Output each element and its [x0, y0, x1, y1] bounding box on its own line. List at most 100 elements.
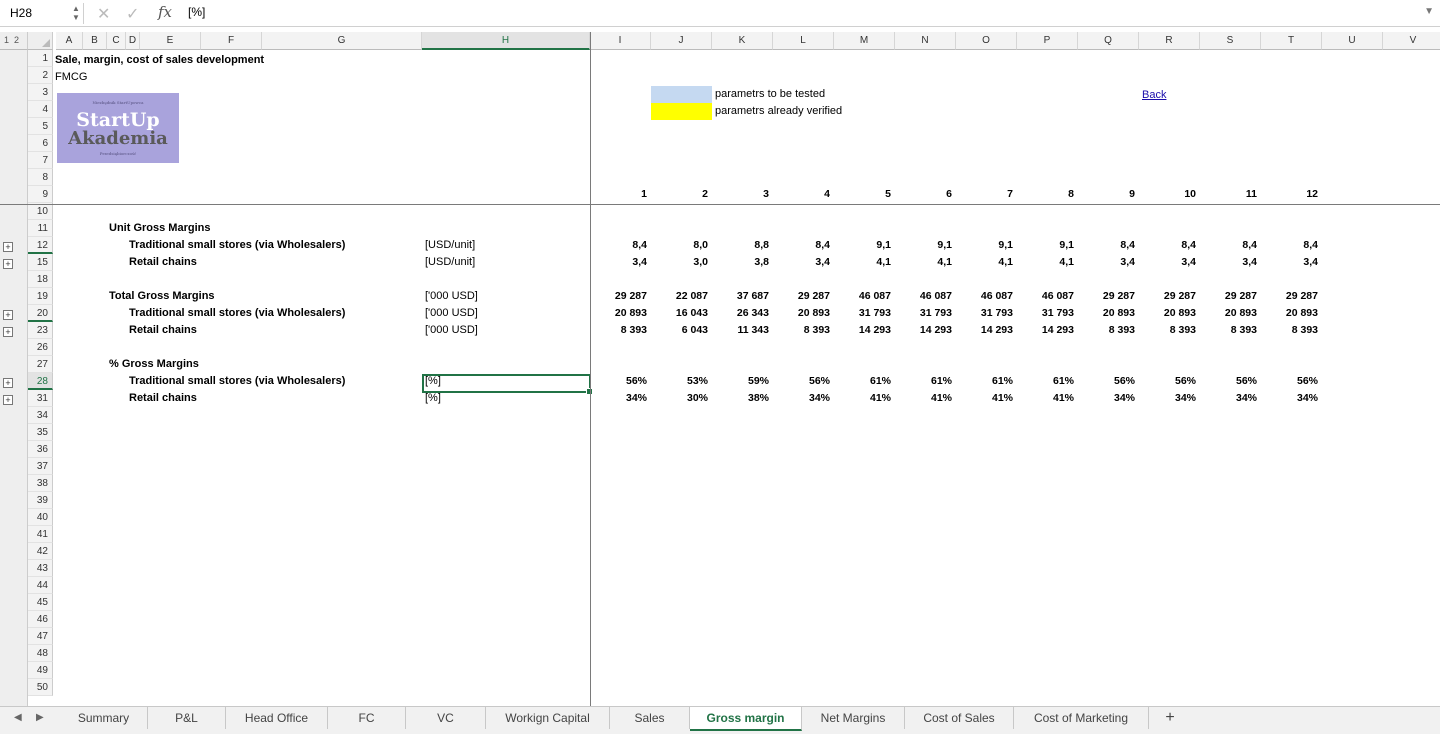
column-header-p[interactable]: P — [1017, 32, 1078, 50]
unit-retail-row-value[interactable]: 4,1 — [1020, 254, 1074, 271]
row-header-5[interactable]: 5 — [28, 118, 53, 135]
total-traditional-row-value[interactable]: 20 893 — [1203, 305, 1257, 322]
unit-retail-row-value[interactable]: 3,4 — [1081, 254, 1135, 271]
total-retail-row-value[interactable]: 14 293 — [837, 322, 891, 339]
function-icon[interactable]: fx — [158, 3, 172, 21]
row-header-46[interactable]: 46 — [28, 611, 53, 628]
percent-gross-margins-title-label[interactable]: % Gross Margins — [109, 356, 199, 373]
column-header-o[interactable]: O — [956, 32, 1017, 50]
expand-group-icon[interactable]: + — [3, 378, 13, 388]
row-header-19[interactable]: 19 — [28, 288, 53, 305]
confirm-icon[interactable]: ✓ — [126, 4, 139, 24]
percent-traditional-row-value[interactable]: 59% — [715, 373, 769, 390]
column-header-t[interactable]: T — [1261, 32, 1322, 50]
unit-traditional-row-value[interactable]: 8,4 — [1264, 237, 1318, 254]
percent-retail-row-value[interactable]: 38% — [715, 390, 769, 407]
unit-retail-row-value[interactable]: 4,1 — [837, 254, 891, 271]
total-traditional-row-value[interactable]: 16 043 — [654, 305, 708, 322]
unit-traditional-row-value[interactable]: 8,4 — [1081, 237, 1135, 254]
add-sheet-button[interactable]: + — [1160, 707, 1180, 729]
row-header-6[interactable]: 6 — [28, 135, 53, 152]
expand-group-icon[interactable]: + — [3, 327, 13, 337]
percent-traditional-row-value[interactable]: 56% — [1081, 373, 1135, 390]
sheet-tab-gross-margin[interactable]: Gross margin — [690, 707, 802, 731]
expand-group-icon[interactable]: + — [3, 259, 13, 269]
unit-gross-margins-title-label[interactable]: Unit Gross Margins — [109, 220, 210, 237]
percent-traditional-row-value[interactable]: 56% — [593, 373, 647, 390]
sheet-tab-head-office[interactable]: Head Office — [226, 707, 328, 729]
chevron-down-icon[interactable]: ▼ — [1424, 6, 1434, 17]
column-header-i[interactable]: I — [590, 32, 651, 50]
total-gross-margins-row-value[interactable]: 29 287 — [776, 288, 830, 305]
sheet-subtitle[interactable]: FMCG — [55, 69, 87, 86]
expand-group-icon[interactable]: + — [3, 310, 13, 320]
unit-retail-row-value[interactable]: 3,0 — [654, 254, 708, 271]
total-retail-row-value[interactable]: 8 393 — [593, 322, 647, 339]
column-header-u[interactable]: U — [1322, 32, 1383, 50]
total-gross-margins-row-value[interactable]: 29 287 — [1081, 288, 1135, 305]
total-gross-margins-row-value[interactable]: 29 287 — [1142, 288, 1196, 305]
column-header-d[interactable]: D — [126, 32, 140, 50]
percent-retail-row-value[interactable]: 34% — [1264, 390, 1318, 407]
percent-traditional-row-value[interactable]: 56% — [1142, 373, 1196, 390]
total-traditional-row-value[interactable]: 31 793 — [837, 305, 891, 322]
row-header-9[interactable]: 9 — [28, 186, 53, 203]
sheet-tab-net-margins[interactable]: Net Margins — [802, 707, 905, 729]
total-retail-row-value[interactable]: 8 393 — [1203, 322, 1257, 339]
period-header[interactable]: 10 — [1142, 186, 1196, 203]
column-header-s[interactable]: S — [1200, 32, 1261, 50]
period-header[interactable]: 9 — [1081, 186, 1135, 203]
sheet-tab-fc[interactable]: FC — [328, 707, 406, 729]
unit-traditional-row-value[interactable]: 8,4 — [776, 237, 830, 254]
column-header-f[interactable]: F — [201, 32, 262, 50]
column-header-g[interactable]: G — [262, 32, 422, 50]
total-retail-row-value[interactable]: 11 343 — [715, 322, 769, 339]
column-header-a[interactable]: A — [56, 32, 83, 50]
percent-traditional-row-value[interactable]: 61% — [959, 373, 1013, 390]
spreadsheet-grid[interactable]: ABCDEFGHIJKLMNOPQRSTUV 1 2 + + + + + + 123456… — [0, 32, 1440, 706]
row-header-15[interactable]: 15 — [28, 254, 53, 271]
total-traditional-row-value[interactable]: 20 893 — [1264, 305, 1318, 322]
percent-retail-row-label[interactable]: Retail chains — [129, 390, 197, 407]
total-retail-row-value[interactable]: 8 393 — [1142, 322, 1196, 339]
sheet-title[interactable]: Sale, margin, cost of sales development — [55, 52, 264, 69]
row-header-40[interactable]: 40 — [28, 509, 53, 526]
row-header-23[interactable]: 23 — [28, 322, 53, 339]
percent-retail-row-value[interactable]: 41% — [837, 390, 891, 407]
total-retail-row-value[interactable]: 14 293 — [1020, 322, 1074, 339]
percent-retail-row-value[interactable]: 41% — [1020, 390, 1074, 407]
row-header-36[interactable]: 36 — [28, 441, 53, 458]
scroll-tabs-left-icon[interactable]: ◀ — [14, 712, 22, 723]
unit-retail-row-value[interactable]: 4,1 — [959, 254, 1013, 271]
row-header-11[interactable]: 11 — [28, 220, 53, 237]
unit-retail-row-label[interactable]: Retail chains — [129, 254, 197, 271]
total-traditional-row-value[interactable]: 20 893 — [1081, 305, 1135, 322]
unit-retail-row-unit[interactable]: [USD/unit] — [425, 254, 475, 271]
expand-group-icon[interactable]: + — [3, 395, 13, 405]
period-header[interactable]: 12 — [1264, 186, 1318, 203]
column-header-r[interactable]: R — [1139, 32, 1200, 50]
total-traditional-row-unit[interactable]: ['000 USD] — [425, 305, 478, 322]
total-gross-margins-row-value[interactable]: 29 287 — [1203, 288, 1257, 305]
unit-retail-row-value[interactable]: 3,4 — [1142, 254, 1196, 271]
total-gross-margins-row-value[interactable]: 46 087 — [959, 288, 1013, 305]
row-header-26[interactable]: 26 — [28, 339, 53, 356]
scroll-tabs-right-icon[interactable]: ▶ — [36, 712, 44, 723]
percent-retail-row-value[interactable]: 41% — [898, 390, 952, 407]
percent-traditional-row-value[interactable]: 56% — [1203, 373, 1257, 390]
row-header-7[interactable]: 7 — [28, 152, 53, 169]
unit-traditional-row-value[interactable]: 9,1 — [959, 237, 1013, 254]
column-header-e[interactable]: E — [140, 32, 201, 50]
unit-retail-row-value[interactable]: 3,4 — [1203, 254, 1257, 271]
total-traditional-row-value[interactable]: 20 893 — [1142, 305, 1196, 322]
percent-traditional-row-value[interactable]: 61% — [1020, 373, 1074, 390]
back-link[interactable]: Back — [1142, 87, 1166, 104]
unit-traditional-row-value[interactable]: 8,4 — [1142, 237, 1196, 254]
total-traditional-row-value[interactable]: 26 343 — [715, 305, 769, 322]
row-header-35[interactable]: 35 — [28, 424, 53, 441]
unit-traditional-row-value[interactable]: 8,8 — [715, 237, 769, 254]
total-gross-margins-row-value[interactable]: 46 087 — [837, 288, 891, 305]
total-gross-margins-row-value[interactable]: 46 087 — [898, 288, 952, 305]
row-header-49[interactable]: 49 — [28, 662, 53, 679]
column-header-h[interactable]: H — [422, 32, 590, 50]
